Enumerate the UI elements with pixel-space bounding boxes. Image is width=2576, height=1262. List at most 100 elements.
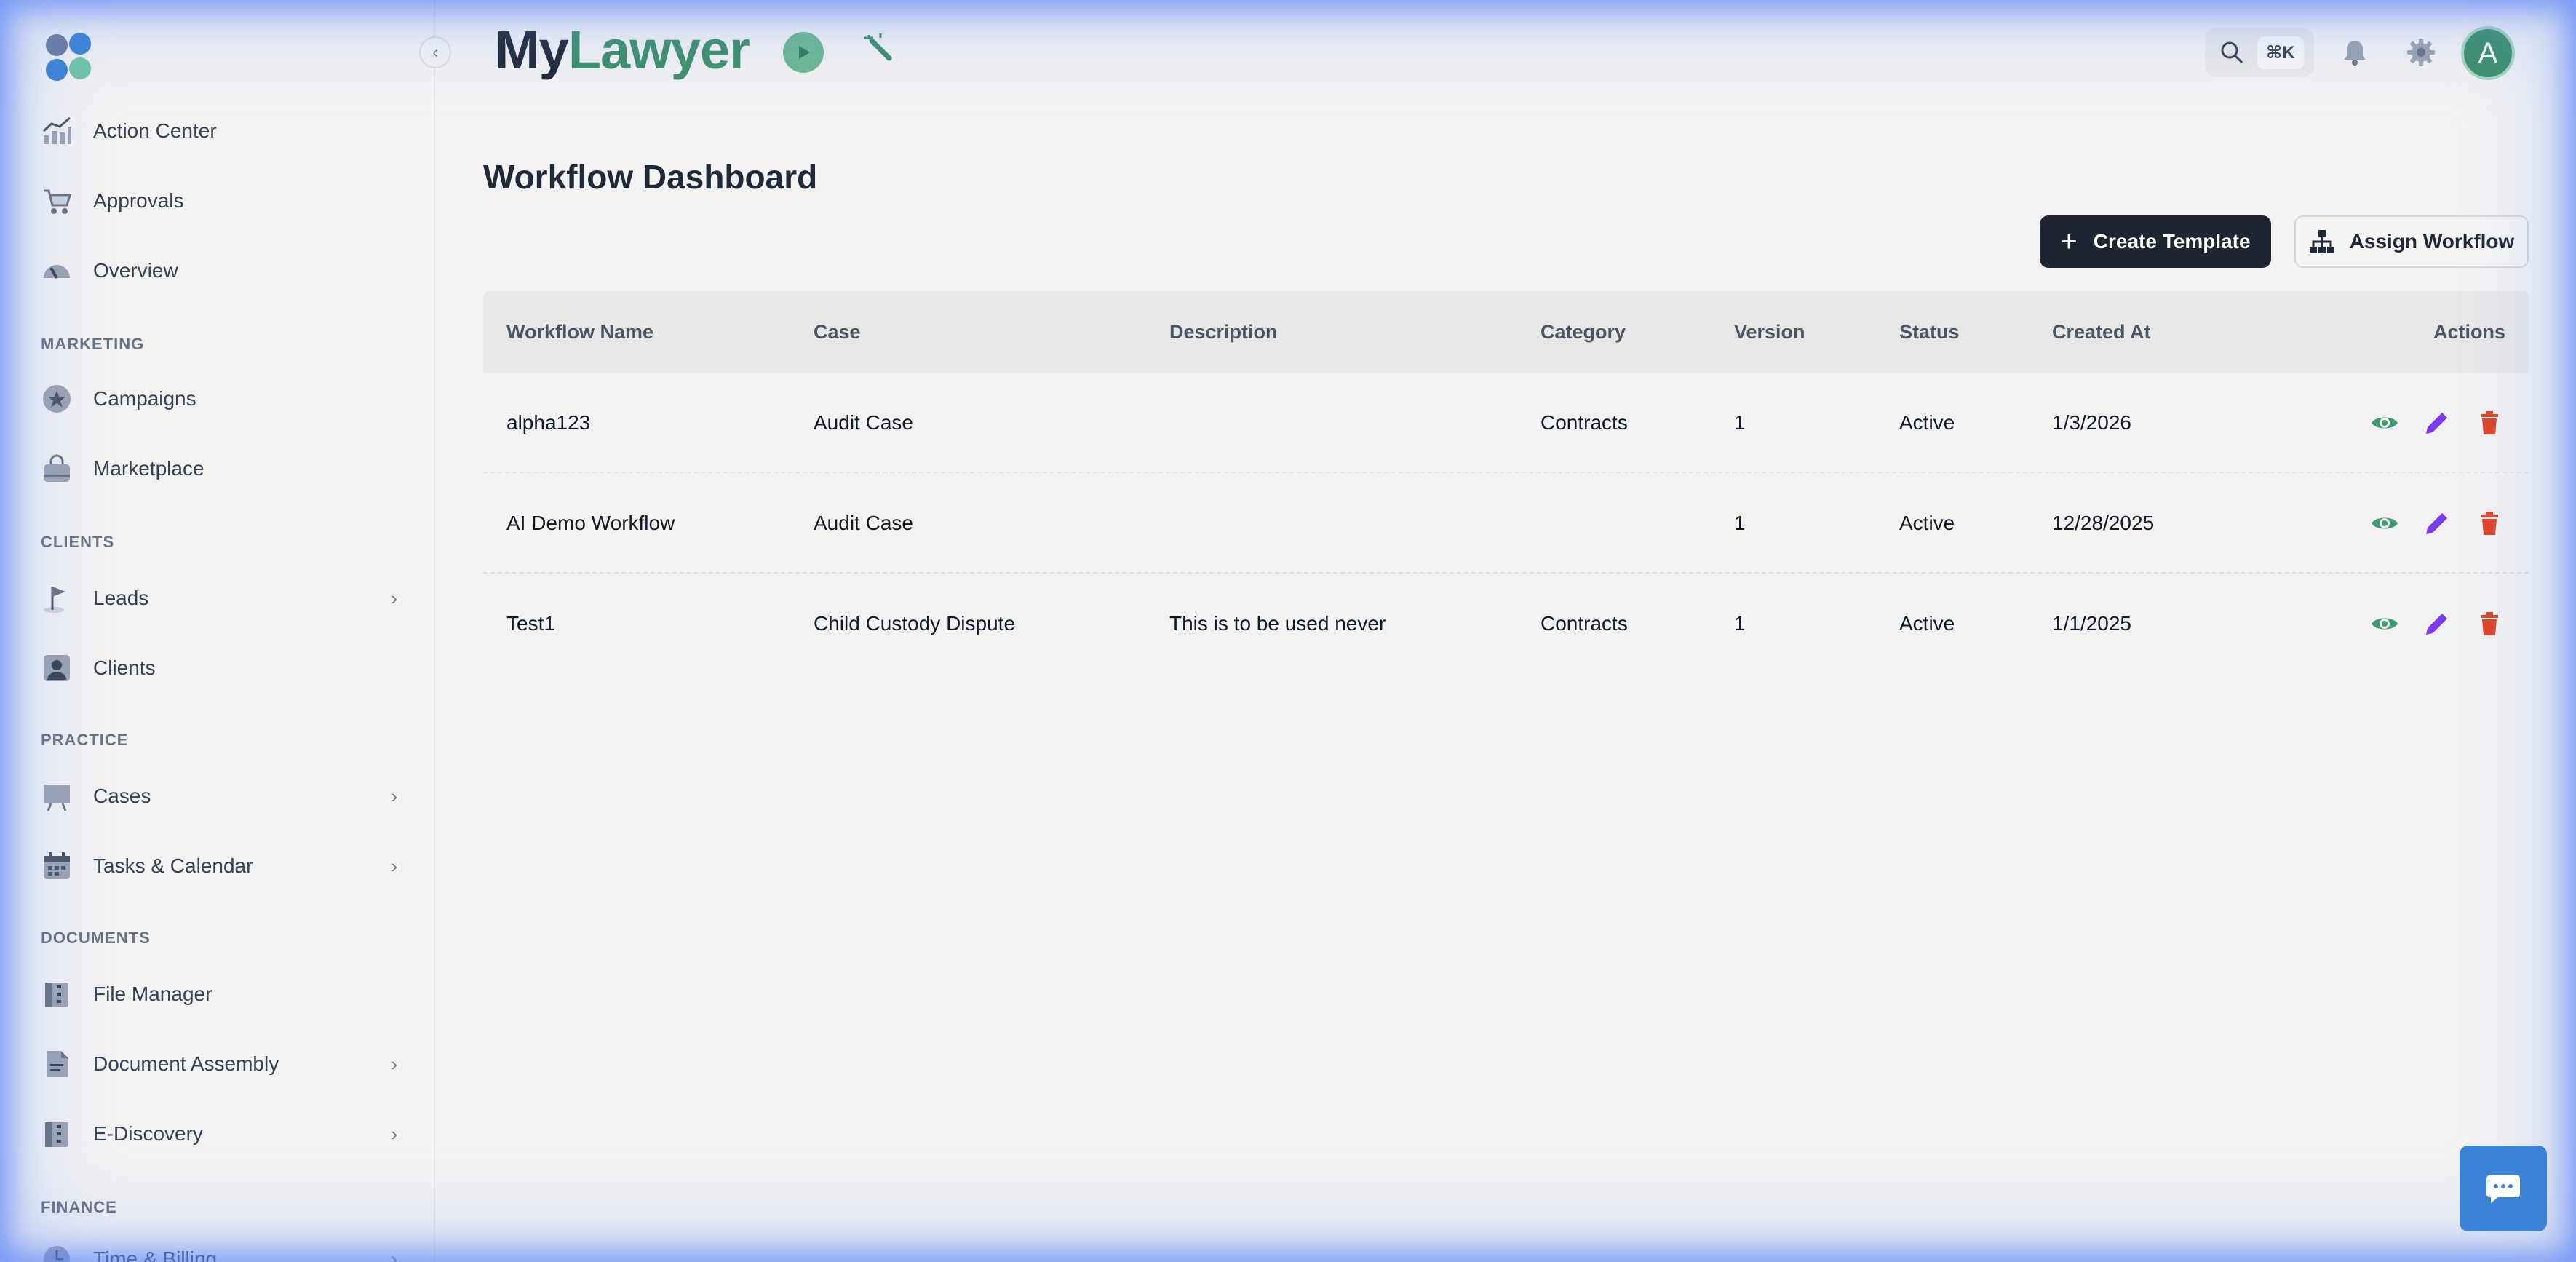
cell-category: Contracts [1541, 411, 1628, 434]
sidebar-item-leads[interactable]: Leads › [41, 575, 397, 622]
eye-icon [2372, 517, 2398, 529]
cell-description: This is to be used never [1169, 612, 1386, 635]
cell-version: 1 [1734, 411, 1746, 434]
cell-status: Active [1899, 612, 1955, 635]
delete-button[interactable] [2473, 507, 2505, 539]
sidebar-item-clients[interactable]: Clients [41, 645, 397, 691]
sidebar-item-marketplace[interactable]: Marketplace [41, 445, 397, 492]
gauge-icon [41, 255, 73, 287]
clock-icon [41, 1243, 73, 1262]
sidebar-item-label: Tasks & Calendar [93, 854, 253, 877]
cell-status: Active [1899, 512, 1955, 534]
collapse-sidebar-button[interactable]: ‹ [419, 36, 451, 68]
chevron-left-icon: ‹ [432, 43, 438, 61]
edit-button[interactable] [2421, 507, 2453, 539]
chevron-right-icon: › [391, 1052, 397, 1075]
sidebar-item-label: Time & Billing [93, 1247, 218, 1262]
chevron-right-icon: › [391, 587, 397, 609]
eye-icon [2372, 417, 2398, 429]
sidebar-item-campaigns[interactable]: Campaigns [41, 376, 397, 422]
cell-case: Audit Case [814, 512, 913, 534]
settings-button[interactable] [2404, 35, 2438, 70]
app-logo[interactable] [41, 29, 99, 87]
chevron-right-icon: › [391, 854, 397, 877]
create-template-label: Create Template [2093, 230, 2251, 253]
edit-button[interactable] [2421, 407, 2453, 439]
edit-button[interactable] [2421, 608, 2453, 640]
table-row: AI Demo Workflow Audit Case 1 Active 12/… [483, 473, 2529, 574]
brand-part-my: My [495, 20, 569, 80]
sidebar-item-time-billing[interactable]: Time & Billing › [41, 1236, 397, 1262]
sidebar-item-label: File Manager [93, 983, 212, 1005]
chevron-right-icon: › [391, 785, 397, 807]
row-actions [2369, 473, 2505, 574]
workflow-table: Workflow Name Case Description Category … [483, 291, 2529, 674]
delete-button[interactable] [2473, 407, 2505, 439]
sidebar-item-overview[interactable]: Overview [41, 247, 397, 294]
cell-created-at: 12/28/2025 [2052, 512, 2155, 534]
table-row: Test1 Child Custody Dispute This is to b… [483, 574, 2529, 674]
pencil-icon [2426, 413, 2447, 434]
column-header-category[interactable]: Category [1541, 291, 1626, 373]
play-icon [799, 46, 810, 59]
column-header-case[interactable]: Case [814, 291, 861, 373]
calendar-icon [41, 850, 73, 882]
cell-workflow-name: alpha123 [506, 411, 591, 434]
section-label-documents: DOCUMENTS [41, 929, 151, 947]
column-header-description[interactable]: Description [1169, 291, 1278, 373]
search-button[interactable]: ⌘K [2205, 28, 2314, 77]
sidebar-item-label: Campaigns [93, 387, 196, 410]
cell-workflow-name: Test1 [506, 612, 555, 635]
eye-icon [2372, 618, 2398, 630]
view-button[interactable] [2369, 608, 2401, 640]
flag-icon [41, 582, 73, 614]
section-label-finance: FINANCE [41, 1198, 117, 1216]
hierarchy-icon [2309, 230, 2334, 253]
chart-icon [41, 115, 73, 147]
column-header-version[interactable]: Version [1734, 291, 1805, 373]
pencil-icon [2426, 513, 2447, 534]
cell-workflow-name: AI Demo Workflow [506, 512, 675, 534]
sidebar-item-document-assembly[interactable]: Document Assembly › [41, 1041, 397, 1087]
sidebar-item-label: Overview [93, 259, 178, 282]
column-header-created-at[interactable]: Created At [2052, 291, 2151, 373]
brand-title: MyLawyer [495, 19, 750, 81]
sidebar-item-tasks-calendar[interactable]: Tasks & Calendar › [41, 843, 397, 889]
brand-part-lawyer: Lawyer [568, 20, 750, 80]
sidebar-item-cases[interactable]: Cases › [41, 773, 397, 819]
play-button[interactable] [783, 32, 824, 73]
view-button[interactable] [2369, 507, 2401, 539]
sidebar-item-label: E-Discovery [93, 1122, 203, 1145]
chevron-right-icon: › [391, 1122, 397, 1145]
bell-icon [2344, 41, 2366, 66]
page-title: Workflow Dashboard [483, 158, 818, 196]
cell-created-at: 1/1/2025 [2052, 612, 2131, 635]
column-header-workflow-name[interactable]: Workflow Name [506, 291, 653, 373]
view-button[interactable] [2369, 407, 2401, 439]
cell-case: Child Custody Dispute [814, 612, 1016, 635]
section-label-marketing: MARKETING [41, 335, 145, 353]
row-actions [2369, 373, 2505, 473]
cell-version: 1 [1734, 512, 1746, 534]
chat-bubble-icon [2486, 1175, 2520, 1203]
delete-button[interactable] [2473, 608, 2505, 640]
sidebar-item-label: Action Center [93, 119, 217, 142]
board-icon [41, 780, 73, 812]
cell-status: Active [1899, 411, 1955, 434]
notifications-button[interactable] [2337, 35, 2372, 70]
sidebar-item-file-manager[interactable]: File Manager [41, 971, 397, 1017]
document-icon [41, 1048, 73, 1080]
sidebar-item-action-center[interactable]: Action Center [41, 108, 397, 154]
chat-button[interactable] [2460, 1146, 2547, 1231]
column-header-status[interactable]: Status [1899, 291, 1960, 373]
sidebar-item-approvals[interactable]: Approvals [41, 178, 397, 224]
sidebar-item-e-discovery[interactable]: E-Discovery › [41, 1111, 397, 1157]
search-icon [2221, 41, 2243, 64]
magic-wand-icon[interactable] [863, 32, 895, 64]
column-header-actions: Actions [2433, 320, 2505, 343]
trash-icon [2481, 411, 2498, 434]
create-template-button[interactable]: + Create Template [2040, 215, 2271, 268]
star-badge-icon [41, 383, 73, 415]
assign-workflow-button[interactable]: Assign Workflow [2294, 215, 2529, 268]
user-avatar[interactable]: A [2461, 26, 2515, 80]
